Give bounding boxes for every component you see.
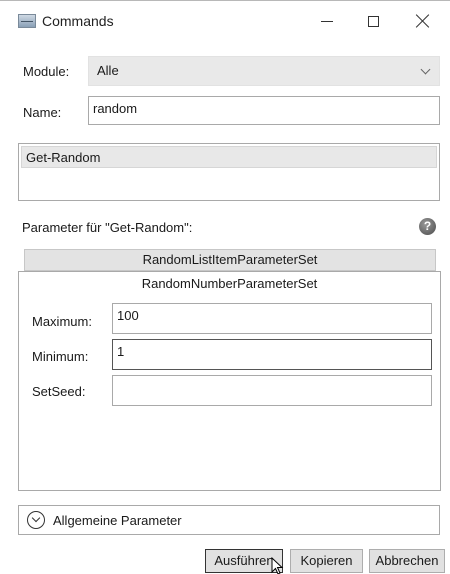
parameter-set-panel: RandomNumberParameterSet Maximum: 100 Mi… bbox=[18, 271, 441, 491]
tab-random-number[interactable]: RandomNumberParameterSet bbox=[19, 276, 440, 291]
list-item[interactable]: Get-Random bbox=[21, 146, 437, 168]
close-button[interactable] bbox=[400, 1, 446, 41]
common-parameters-expander[interactable]: Allgemeine Parameter bbox=[18, 505, 440, 535]
command-list[interactable]: Get-Random bbox=[18, 143, 440, 201]
setseed-input[interactable] bbox=[112, 375, 432, 406]
close-icon bbox=[416, 14, 430, 28]
name-label: Name: bbox=[23, 105, 62, 120]
maximum-input[interactable]: 100 bbox=[112, 303, 432, 334]
name-input[interactable]: random bbox=[88, 96, 440, 125]
maximum-label: Maximum: bbox=[32, 314, 92, 329]
mouse-cursor-icon bbox=[271, 557, 284, 574]
maximize-button[interactable] bbox=[350, 1, 396, 41]
minimum-label: Minimum: bbox=[32, 349, 89, 364]
minimize-button[interactable] bbox=[304, 1, 350, 41]
chevron-down-icon bbox=[420, 64, 431, 75]
cancel-button[interactable]: Abbrechen bbox=[369, 549, 445, 573]
module-label: Module: bbox=[23, 64, 70, 79]
common-parameters-label: Allgemeine Parameter bbox=[53, 513, 182, 528]
minimum-input[interactable]: 1 bbox=[112, 339, 432, 370]
maximum-input-value: 100 bbox=[117, 308, 139, 323]
commands-window: Commands Module: Alle Name: random Get-R… bbox=[0, 0, 450, 574]
setseed-label: SetSeed: bbox=[32, 384, 86, 399]
copy-button[interactable]: Kopieren bbox=[290, 549, 363, 573]
parameters-heading: Parameter für "Get-Random": bbox=[22, 220, 193, 235]
help-icon[interactable]: ? bbox=[419, 218, 436, 235]
tab-random-list-item[interactable]: RandomListItemParameterSet bbox=[24, 249, 436, 271]
minimum-input-value: 1 bbox=[117, 344, 125, 359]
list-item-label: Get-Random bbox=[26, 150, 101, 165]
maximize-icon bbox=[367, 15, 379, 27]
module-dropdown[interactable]: Alle bbox=[88, 56, 440, 86]
name-input-value: random bbox=[93, 101, 138, 116]
expand-chevron-icon[interactable] bbox=[27, 511, 45, 529]
title-bar[interactable]: Commands bbox=[0, 1, 450, 41]
window-title: Commands bbox=[42, 13, 114, 29]
app-icon bbox=[18, 14, 36, 28]
minimize-icon bbox=[321, 20, 333, 22]
module-selected-value: Alle bbox=[97, 63, 119, 78]
